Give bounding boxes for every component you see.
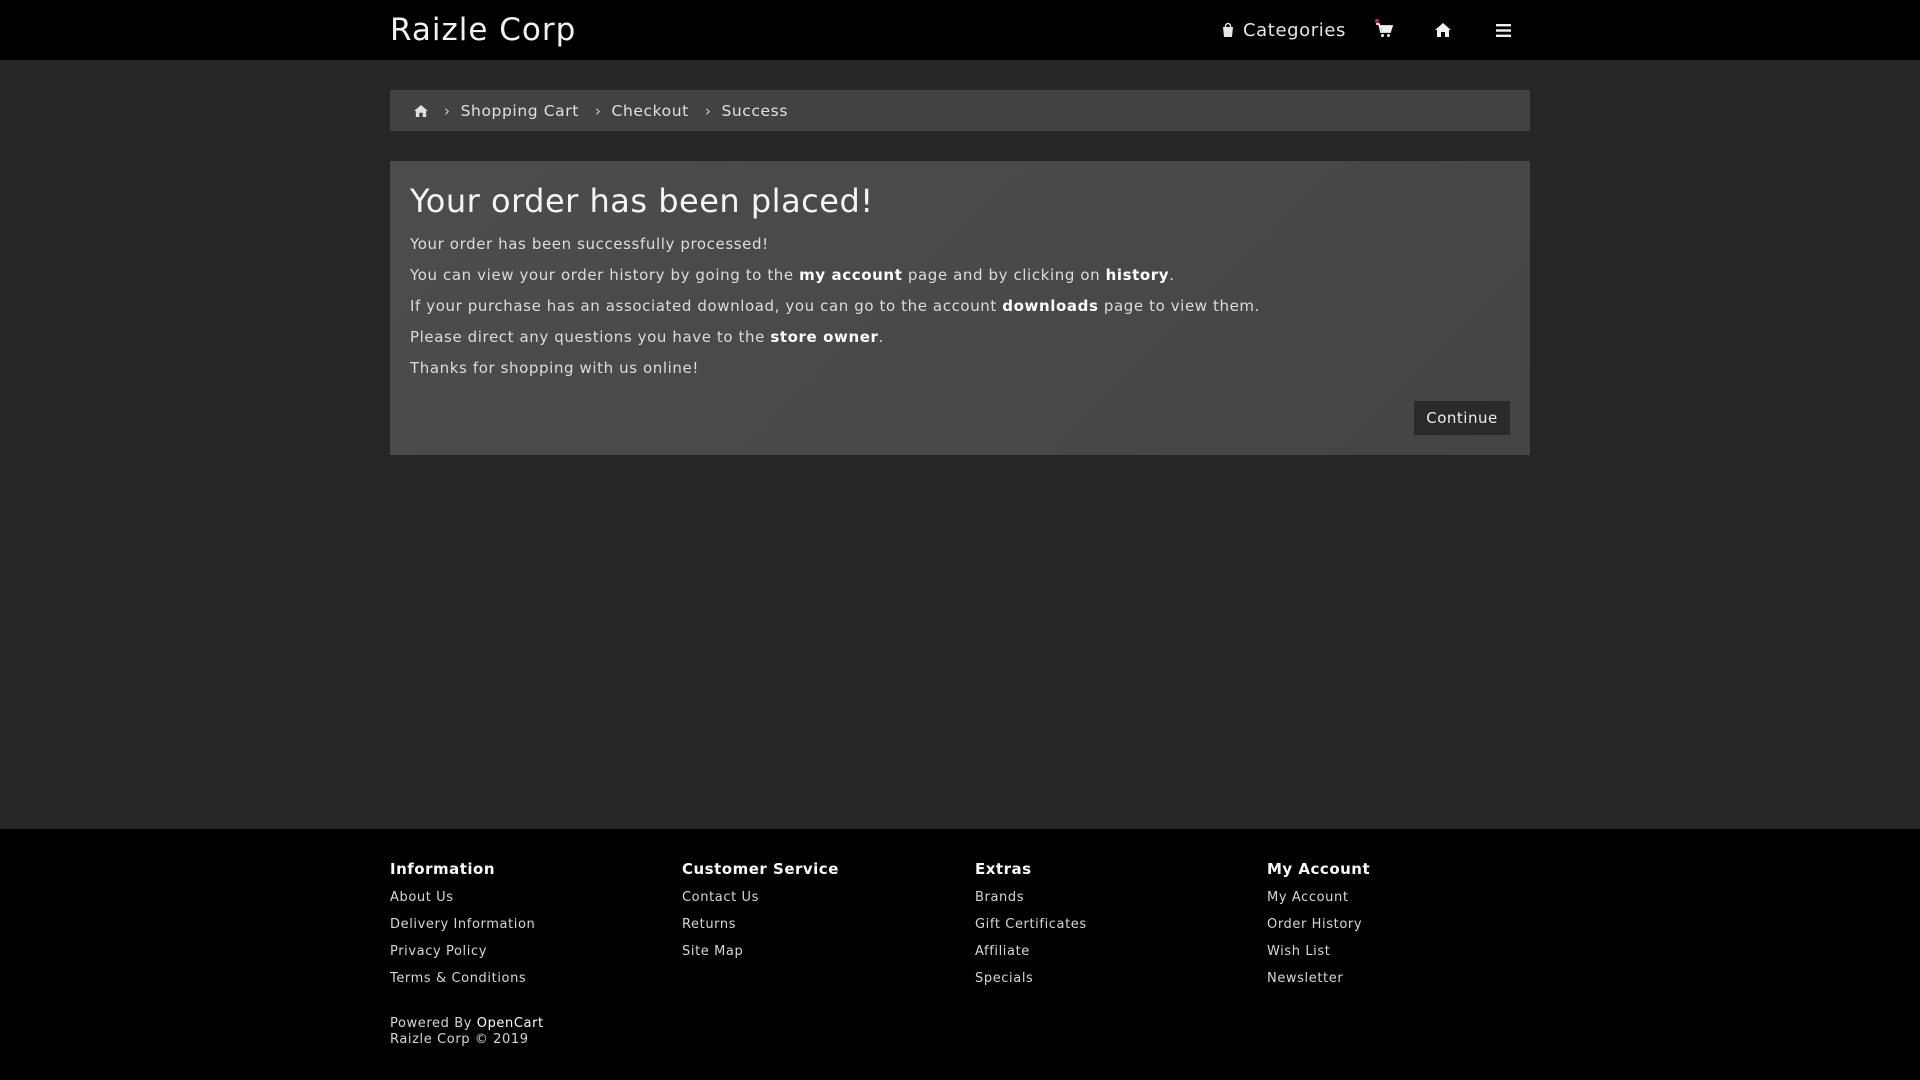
store-owner-link[interactable]: store owner <box>770 328 878 346</box>
footer-column-my-account: My Account My Account Order History Wish… <box>1267 860 1370 998</box>
message-line: If your purchase has an associated downl… <box>410 296 1260 327</box>
breadcrumb-separator: › <box>444 101 451 120</box>
success-message: Your order has been successfully process… <box>410 234 1260 389</box>
downloads-link[interactable]: downloads <box>1002 297 1098 315</box>
text: You can view your order history by going… <box>410 266 800 284</box>
footer-link-brands[interactable]: Brands <box>975 890 1087 917</box>
footer-link-newsletter[interactable]: Newsletter <box>1267 971 1370 998</box>
history-link[interactable]: history <box>1106 266 1170 284</box>
text: Please direct any questions you have to … <box>410 328 771 346</box>
shopping-cart-icon <box>1376 23 1393 37</box>
footer-heading: Customer Service <box>682 860 839 878</box>
brand-logo-link[interactable]: Raizle Corp <box>390 10 576 50</box>
footer-column-information: Information About Us Delivery Informatio… <box>390 860 535 998</box>
home-icon <box>414 104 428 117</box>
top-navbar: Raizle Corp Categories <box>0 0 1920 60</box>
breadcrumb: › Shopping Cart › Checkout › Success <box>390 90 1530 131</box>
menu-icon <box>1495 23 1511 37</box>
text: If your purchase has an associated downl… <box>410 297 1003 315</box>
text: page and by clicking on <box>902 266 1106 284</box>
message-line: Thanks for shopping with us online! <box>410 359 699 377</box>
shopping-bag-icon <box>1223 22 1233 37</box>
opencart-link[interactable]: OpenCart <box>477 1016 544 1031</box>
footer-link-my-account[interactable]: My Account <box>1267 890 1370 917</box>
footer-link-delivery-information[interactable]: Delivery Information <box>390 917 535 944</box>
copyright-text: Raizle Corp © 2019 <box>390 1032 529 1047</box>
footer-link-contact-us[interactable]: Contact Us <box>682 890 839 917</box>
categories-menu-button[interactable]: Categories <box>1220 0 1346 60</box>
message-line: You can view your order history by going… <box>410 265 1260 296</box>
breadcrumb-shopping-cart[interactable]: Shopping Cart <box>461 102 579 120</box>
footer-link-wish-list[interactable]: Wish List <box>1267 944 1370 971</box>
footer-heading: Extras <box>975 860 1032 878</box>
footer-link-order-history[interactable]: Order History <box>1267 917 1370 944</box>
footer-link-specials[interactable]: Specials <box>975 971 1087 998</box>
message-line: Your order has been successfully process… <box>410 235 769 253</box>
powered-by-line: Powered By OpenCart <box>390 1016 544 1032</box>
breadcrumb-home-link[interactable] <box>414 104 428 117</box>
powered-by-text: Powered By <box>390 1016 473 1031</box>
footer-link-about-us[interactable]: About Us <box>390 890 535 917</box>
menu-toggle-button[interactable] <box>1491 0 1515 60</box>
footer-heading: Information <box>390 860 496 878</box>
text: page to view them. <box>1098 297 1261 315</box>
page-title: Your order has been placed! <box>410 182 874 220</box>
footer-link-returns[interactable]: Returns <box>682 917 839 944</box>
footer-link-site-map[interactable]: Site Map <box>682 944 839 971</box>
cart-notification-dot <box>1375 19 1379 23</box>
breadcrumb-separator: › <box>594 101 602 120</box>
footer-link-gift-certificates[interactable]: Gift Certificates <box>975 917 1087 944</box>
text: . <box>878 328 884 346</box>
message-line: Please direct any questions you have to … <box>410 327 1260 358</box>
breadcrumb-separator: › <box>704 101 712 120</box>
breadcrumb-checkout[interactable]: Checkout <box>612 102 689 120</box>
categories-label: Categories <box>1243 19 1347 41</box>
footer-column-customer-service: Customer Service Contact Us Returns Site… <box>682 860 839 971</box>
continue-button[interactable]: Continue <box>1414 401 1510 435</box>
footer-link-privacy-policy[interactable]: Privacy Policy <box>390 944 535 971</box>
site-footer: Information About Us Delivery Informatio… <box>0 829 1920 1080</box>
footer-column-extras: Extras Brands Gift Certificates Affiliat… <box>975 860 1087 998</box>
order-success-panel: Your order has been placed! Your order h… <box>390 161 1530 455</box>
footer-powered-by: Powered By OpenCart Raizle Corp © 2019 <box>390 1016 544 1048</box>
footer-link-affiliate[interactable]: Affiliate <box>975 944 1087 971</box>
footer-heading: My Account <box>1267 860 1371 878</box>
footer-link-terms-conditions[interactable]: Terms & Conditions <box>390 971 535 998</box>
text: . <box>1169 266 1175 284</box>
cart-button[interactable] <box>1372 0 1396 60</box>
my-account-link[interactable]: my account <box>799 266 902 284</box>
home-button[interactable] <box>1431 0 1455 60</box>
home-icon <box>1435 23 1451 37</box>
breadcrumb-success[interactable]: Success <box>721 102 788 120</box>
